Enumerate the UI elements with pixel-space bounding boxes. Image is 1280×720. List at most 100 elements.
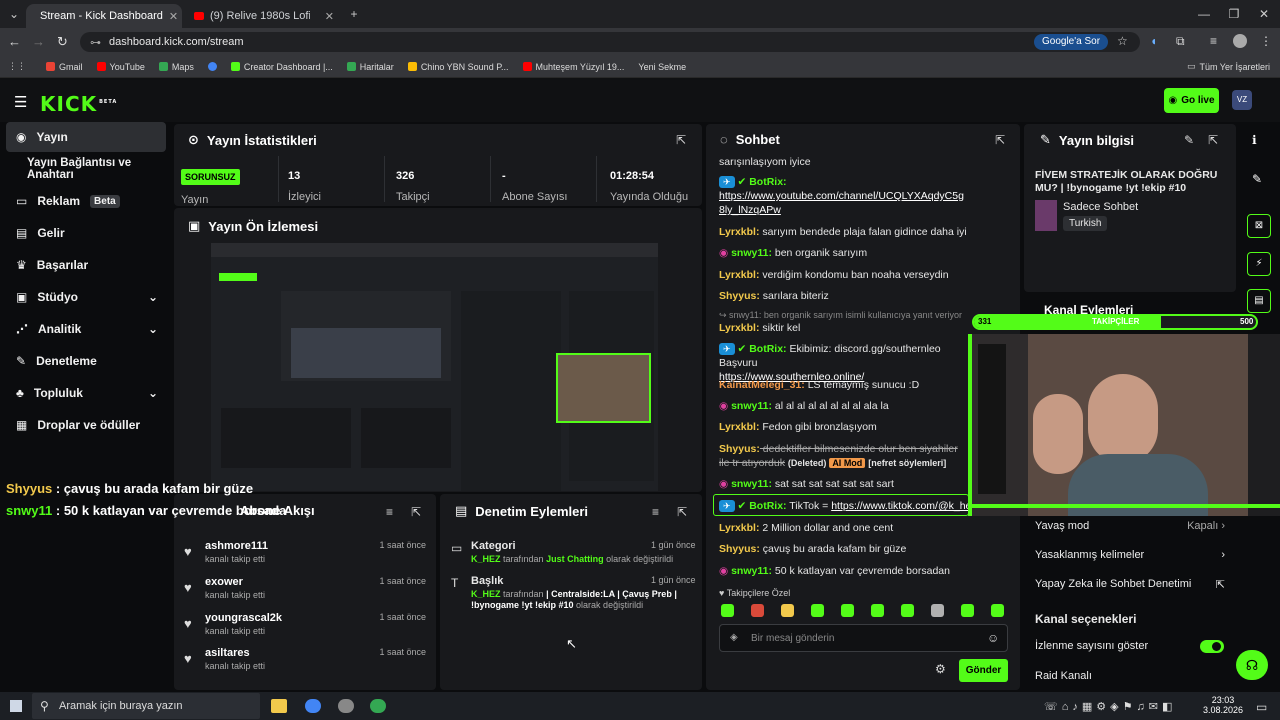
tab-kick-dashboard[interactable]: Stream - Kick Dashboard ✕ bbox=[26, 4, 182, 28]
ai-moderation-row[interactable]: Yapay Zeka ile Sohbet Denetimi ⇱ bbox=[1035, 578, 1225, 591]
windows-start-icon[interactable] bbox=[10, 700, 22, 712]
close-window-button[interactable]: ✕ bbox=[1256, 6, 1272, 22]
heart-icon: ♥ bbox=[184, 580, 192, 595]
drops-icon: ▦ bbox=[16, 418, 28, 432]
close-icon[interactable]: ✕ bbox=[169, 10, 178, 23]
emote-icon[interactable] bbox=[781, 604, 794, 617]
emote-icon[interactable] bbox=[841, 604, 854, 617]
url-bar[interactable]: ⊶ dashboard.kick.com/stream bbox=[80, 32, 1140, 52]
sidebar-item-droplar[interactable]: ▦ Droplar ve ödüller bbox=[6, 410, 166, 440]
extension-icon[interactable]: ◖ bbox=[1150, 34, 1157, 48]
maximize-button[interactable]: ❐ bbox=[1226, 6, 1242, 22]
gear-icon[interactable]: ⚙ bbox=[935, 662, 946, 676]
emote-icon[interactable] bbox=[901, 604, 914, 617]
support-button[interactable]: ☊ bbox=[1236, 650, 1268, 680]
profile-avatar[interactable] bbox=[1233, 34, 1247, 48]
taskbar-search[interactable]: ⚲ Aramak için buraya yazın bbox=[32, 693, 260, 719]
google-ask-button[interactable]: Google'a Sor bbox=[1034, 34, 1109, 50]
emoji-icon[interactable]: ☺ bbox=[987, 631, 999, 645]
sidebar-item-yayin[interactable]: ◉ Yayın bbox=[6, 122, 166, 152]
bookmark-chino[interactable]: Chino YBN Sound P... bbox=[407, 62, 509, 72]
forward-icon[interactable]: → bbox=[32, 34, 45, 49]
stream-preview-video[interactable] bbox=[211, 243, 658, 491]
rail-button[interactable]: ⚡ bbox=[1247, 252, 1271, 276]
kick-logo[interactable]: KICK BETA bbox=[40, 92, 117, 116]
sidebar-item-analitik[interactable]: ⋰ Analitik ⌄ bbox=[6, 314, 166, 344]
view-count-toggle[interactable] bbox=[1200, 640, 1224, 653]
sidebar-item-stream-key[interactable]: Yayın Bağlantısı ve Anahtarı bbox=[6, 154, 166, 184]
emote-icon[interactable] bbox=[721, 604, 734, 617]
sidebar-item-reklam[interactable]: ▭ Reklam Beta bbox=[6, 186, 166, 216]
emote-icon[interactable] bbox=[811, 604, 824, 617]
chat-message: sarışınlaşıyom iyice bbox=[719, 156, 811, 168]
bookmark-yeni-sekme[interactable]: Yeni Sekme bbox=[638, 62, 686, 72]
heart-icon: ♥ bbox=[184, 544, 192, 559]
bookmark-gmail[interactable]: Gmail bbox=[46, 62, 83, 72]
bookmark-youtube[interactable]: YouTube bbox=[96, 62, 145, 72]
apps-icon[interactable]: ⋮⋮ bbox=[8, 61, 26, 72]
filter-icon[interactable]: ≡ bbox=[386, 505, 393, 519]
reload-icon[interactable]: ↻ bbox=[57, 34, 68, 50]
emote-icon[interactable] bbox=[931, 604, 944, 617]
file-explorer-icon[interactable] bbox=[271, 699, 287, 713]
emote-icon[interactable] bbox=[871, 604, 884, 617]
notifications-icon[interactable]: ▭ bbox=[1256, 700, 1267, 714]
go-live-button[interactable]: ◉ Go live bbox=[1164, 88, 1219, 113]
stream-title: FİVEM STRATEJİK OLARAK DOĞRU MU? | !byno… bbox=[1035, 169, 1218, 194]
all-bookmarks[interactable]: ▭ Tüm Yer İşaretleri bbox=[1187, 61, 1270, 72]
chrome-icon[interactable] bbox=[305, 699, 321, 713]
rail-button[interactable]: ⊠ bbox=[1247, 214, 1271, 238]
popout-icon[interactable]: ⇱ bbox=[676, 133, 686, 147]
sidebar-item-gelir[interactable]: ▤ Gelir bbox=[6, 218, 166, 248]
back-icon[interactable]: ← bbox=[8, 34, 21, 49]
chrome-profile-icon[interactable] bbox=[370, 699, 386, 713]
bookmark-google[interactable] bbox=[207, 62, 217, 71]
bookmark-creator-dashboard[interactable]: Creator Dashboard |... bbox=[230, 62, 333, 72]
star-icon[interactable]: ☆ bbox=[1117, 34, 1128, 48]
bookmark-muhtesem[interactable]: Muhteşem Yüzyıl 19... bbox=[522, 62, 624, 72]
hamburger-icon[interactable]: ☰ bbox=[14, 93, 27, 111]
obs-icon[interactable] bbox=[338, 699, 354, 713]
chat-input[interactable]: ◈ Bir mesaj gönderin ☺ bbox=[719, 624, 1008, 652]
system-tray-icons[interactable]: ☏⌂♪▦⚙◈⚑♫✉◧ bbox=[1044, 700, 1176, 713]
banned-words-row[interactable]: Yasaklanmış kelimeler › bbox=[1035, 549, 1225, 561]
broadcast-icon: ◉ bbox=[1168, 95, 1178, 106]
bookmark-maps[interactable]: Maps bbox=[158, 62, 194, 72]
user-avatar[interactable]: VZ bbox=[1232, 90, 1252, 110]
sidebar-item-topluluk[interactable]: ♣ Topluluk ⌄ bbox=[6, 378, 166, 408]
site-info-icon[interactable]: ⊶ bbox=[90, 36, 101, 49]
popout-icon[interactable]: ⇱ bbox=[411, 505, 421, 519]
bookmark-haritalar[interactable]: Haritalar bbox=[346, 62, 394, 72]
emote-icon[interactable] bbox=[961, 604, 974, 617]
sidebar-item-denetleme[interactable]: ✎ Denetleme bbox=[6, 346, 166, 376]
sidebar-item-studyo[interactable]: ▣ Stüdyo ⌄ bbox=[6, 282, 166, 312]
popout-icon[interactable]: ⇱ bbox=[995, 133, 1005, 147]
tab-search-icon[interactable]: ⌄ bbox=[6, 6, 22, 22]
new-tab-button[interactable]: + bbox=[346, 6, 362, 22]
chat-title: ◌ Sohbet bbox=[720, 132, 780, 147]
category-icon: ▭ bbox=[451, 541, 463, 555]
raid-row[interactable]: Raid Kanalı bbox=[1035, 670, 1225, 682]
follow-row: ♥ youngrascal2k kanalı takip etti 1 saat ön… bbox=[184, 612, 426, 636]
tab-youtube[interactable]: (9) Relive 1980s Lofi City Vi ✕ bbox=[186, 4, 342, 28]
chat-icon: ◌ bbox=[720, 132, 728, 147]
popout-icon[interactable]: ⇱ bbox=[677, 505, 687, 519]
pencil-icon[interactable]: ✎ bbox=[1252, 172, 1262, 186]
puzzle-icon[interactable]: ⧉ bbox=[1176, 34, 1185, 49]
rail-button[interactable]: ▤ bbox=[1247, 289, 1271, 313]
media-icon[interactable]: ≡ bbox=[1210, 34, 1217, 48]
menu-icon[interactable]: ⋮ bbox=[1260, 34, 1272, 48]
info-icon[interactable]: ℹ bbox=[1252, 133, 1257, 147]
edit-icon[interactable]: ✎ bbox=[1184, 133, 1194, 147]
minimize-button[interactable]: — bbox=[1196, 6, 1212, 22]
filter-icon[interactable]: ≡ bbox=[652, 505, 659, 519]
clock[interactable]: 23:03 3.08.2026 bbox=[1198, 695, 1248, 715]
close-icon[interactable]: ✕ bbox=[325, 10, 334, 23]
emote-icon[interactable] bbox=[751, 604, 764, 617]
emote-icon[interactable] bbox=[991, 604, 1004, 617]
slow-mode-row[interactable]: Yavaş mod Kapalı › bbox=[1035, 520, 1225, 532]
popout-icon[interactable]: ⇱ bbox=[1208, 133, 1218, 147]
youtube-favicon-icon bbox=[194, 12, 204, 20]
send-button[interactable]: Gönder bbox=[959, 659, 1008, 682]
sidebar-item-basarilar[interactable]: ♛ Başarılar bbox=[6, 250, 166, 280]
